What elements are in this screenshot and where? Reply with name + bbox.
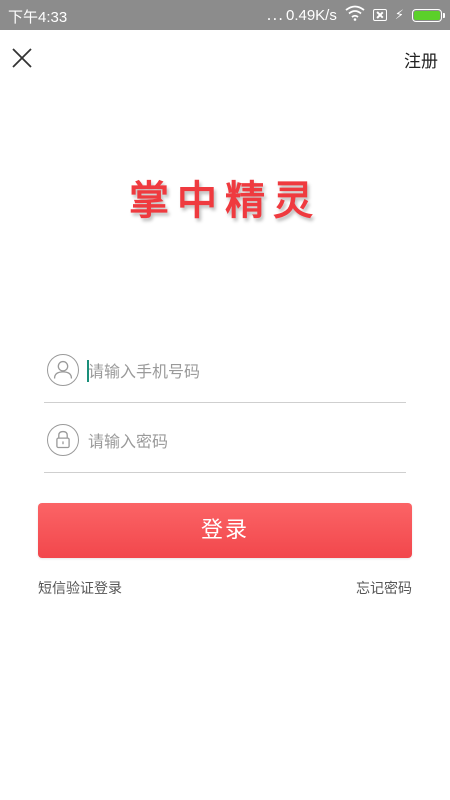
password-field <box>44 416 406 473</box>
status-icons: ... 0.49K/s ⚡ <box>266 5 445 25</box>
login-screen: 下午4:33 ... 0.49K/s ⚡ 注册 掌中精灵 请输入手机号码 登录 … <box>0 0 450 800</box>
forgot-password-link[interactable]: 忘记密码 <box>356 578 412 598</box>
register-link[interactable]: 注册 <box>404 47 438 72</box>
battery-icon <box>412 8 445 22</box>
close-button[interactable] <box>8 44 36 72</box>
charging-icon: ⚡ <box>394 7 404 23</box>
status-bar: 下午4:33 ... 0.49K/s ⚡ <box>0 0 450 30</box>
close-icon <box>12 48 32 68</box>
password-input[interactable] <box>88 428 398 454</box>
network-speed: 0.49K/s <box>285 6 337 24</box>
sms-login-link[interactable]: 短信验证登录 <box>38 578 122 598</box>
more-dots: ... <box>266 6 284 24</box>
login-button[interactable]: 登录 <box>38 503 412 558</box>
battery-fill <box>414 10 440 20</box>
user-icon <box>47 354 79 386</box>
wifi-icon <box>345 5 365 25</box>
sim-icon <box>372 9 387 21</box>
text-caret <box>87 360 89 382</box>
status-time: 下午4:33 <box>8 9 68 26</box>
phone-input[interactable] <box>88 358 398 384</box>
phone-field <box>44 346 406 403</box>
app-logo: 掌中精灵 <box>129 178 321 224</box>
lock-icon <box>47 424 79 456</box>
